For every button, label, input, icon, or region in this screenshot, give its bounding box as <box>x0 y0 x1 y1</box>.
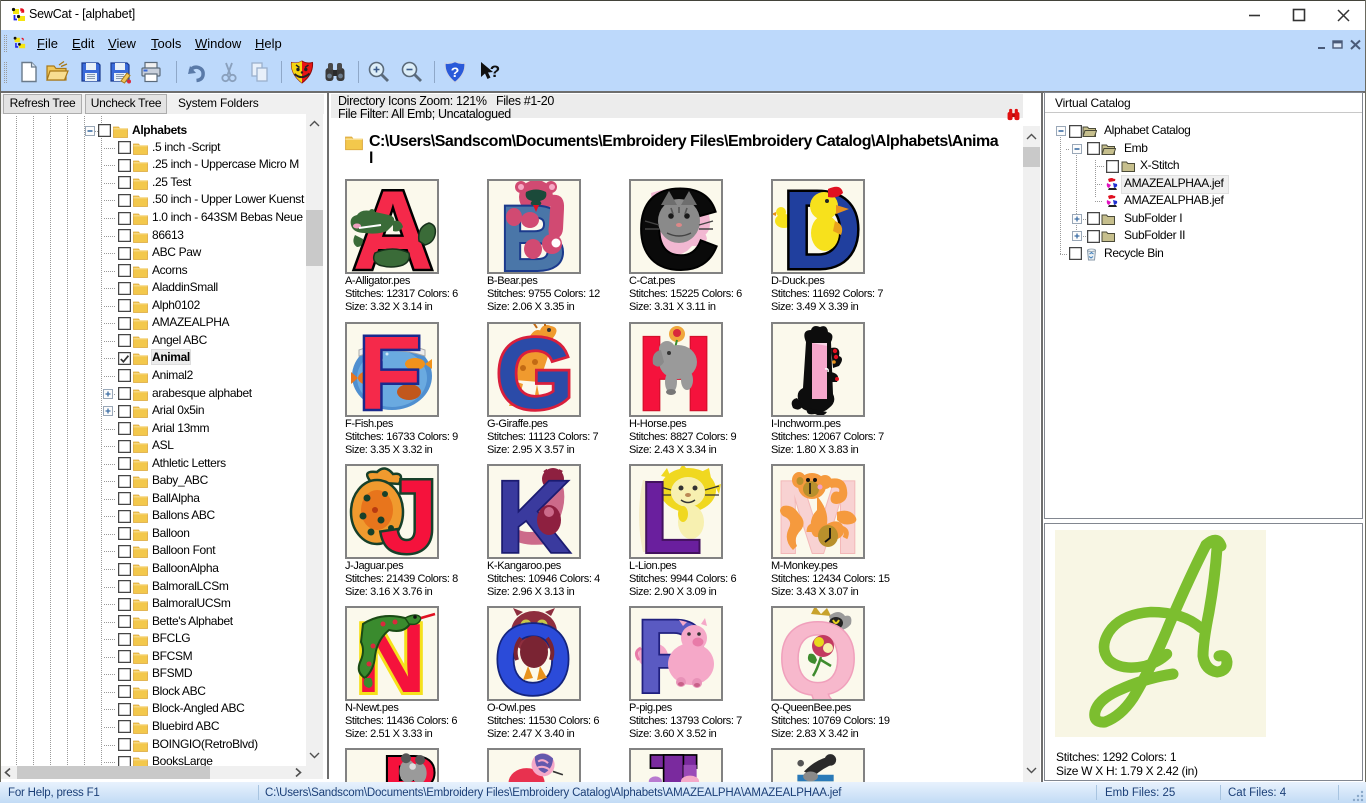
svg-text:G: G <box>496 324 574 415</box>
svg-text:L: L <box>640 466 701 557</box>
svg-text:J: J <box>380 466 437 557</box>
svg-text:?: ? <box>451 64 460 80</box>
svg-text:?: ? <box>490 62 500 81</box>
svg-text:F: F <box>358 324 422 415</box>
